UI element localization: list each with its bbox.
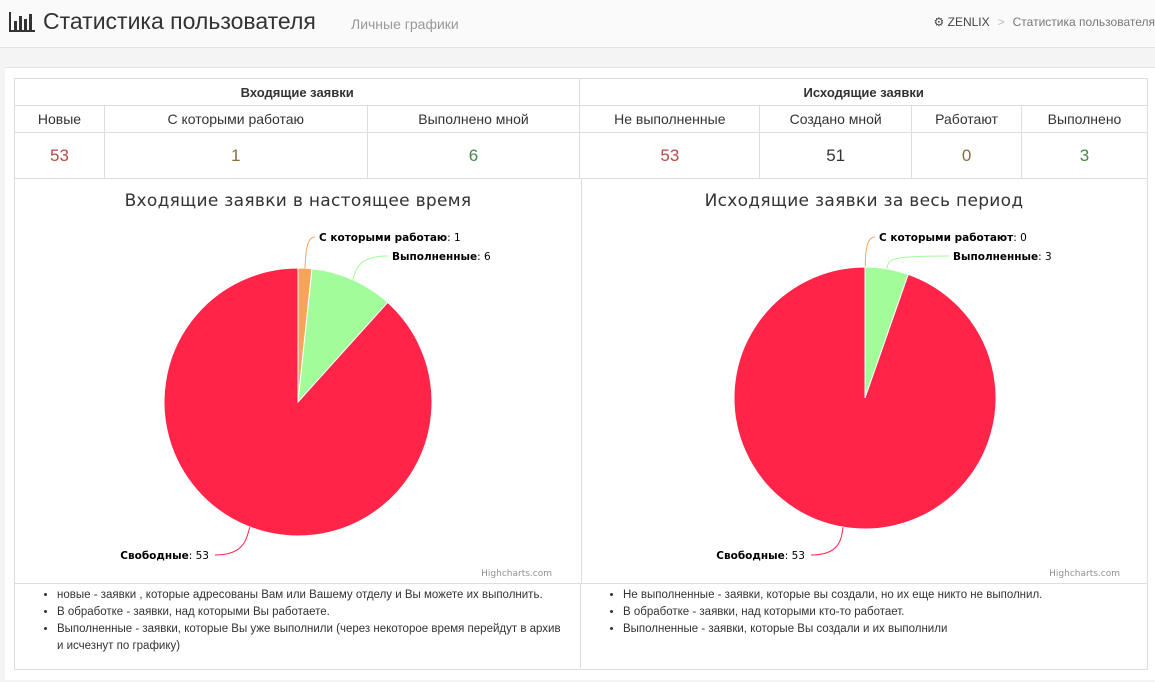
breadcrumb-home-label: ZENLIX (947, 15, 990, 29)
data-label-connector (214, 526, 251, 556)
outgoing-chart-title: Исходящие заявки за весь период (705, 191, 1024, 211)
breadcrumb: ⚙ ZENLIX > Статистика пользователя (934, 15, 1155, 29)
data-label-connector (810, 527, 844, 556)
pie-slice[interactable] (733, 266, 997, 530)
data-label: Свободные: 53 (120, 550, 209, 562)
stat-created-value[interactable]: 51 (759, 132, 913, 179)
page-title: Статистика пользователя (43, 8, 316, 34)
note-item: В обработке - заявки, над которыми кто-т… (623, 604, 1137, 621)
outgoing-pie-svg: Исходящие заявки за весь период Highchar… (705, 191, 1120, 579)
highcharts-credit[interactable]: Highcharts.com (481, 569, 552, 579)
col-label-done: Выполнено (1021, 105, 1148, 133)
incoming-pie-chart: Входящие заявки в настоящее время Highch… (15, 178, 582, 584)
outgoing-header: Исходящие заявки (579, 78, 1148, 106)
col-label-in-work: Работают (911, 105, 1023, 133)
stat-done-by-me-value[interactable]: 6 (366, 132, 581, 179)
gear-icon: ⚙ (933, 15, 945, 29)
note-item: новые - заявки , которые адресованы Вам … (57, 587, 570, 604)
data-label: Выполненные: 3 (953, 251, 1052, 263)
data-label: Выполненные: 6 (392, 251, 491, 263)
breadcrumb-home[interactable]: ⚙ ZENLIX (934, 15, 990, 29)
data-label-connector (864, 236, 876, 268)
col-label-done-by-me: Выполнено мной (366, 105, 581, 133)
data-label: С которыми работаю: 1 (319, 232, 461, 244)
stats-panel: Входящие заявки Исходящие заявки Новые С… (5, 67, 1155, 680)
note-item: В обработке - заявки, над которыми Вы ра… (57, 604, 570, 621)
breadcrumb-current: Статистика пользователя (1012, 15, 1155, 29)
outgoing-pie-chart: Исходящие заявки за весь период Highchar… (581, 178, 1148, 584)
breadcrumb-separator: > (997, 15, 1005, 29)
col-label-created: Создано мной (759, 105, 913, 133)
note-item: Выполненные - заявки, которые Вы уже вып… (57, 621, 570, 655)
data-label-connector (886, 255, 950, 269)
highcharts-credit[interactable]: Highcharts.com (1049, 569, 1120, 579)
incoming-chart-title: Входящие заявки в настоящее время (125, 191, 472, 211)
stat-new-value[interactable]: 53 (14, 132, 105, 179)
col-label-new: Новые (14, 105, 105, 133)
pie-slice[interactable] (163, 267, 433, 537)
legend-notes: новые - заявки , которые адресованы Вам … (14, 584, 1148, 670)
data-label: Свободные: 53 (716, 550, 805, 562)
incoming-pie-svg: Входящие заявки в настоящее время Highch… (120, 191, 552, 579)
stats-table: Входящие заявки Исходящие заявки Новые С… (13, 78, 1148, 179)
stat-done-value[interactable]: 3 (1021, 132, 1148, 179)
col-label-not-done: Не выполненные (579, 105, 761, 133)
data-label: С которыми работают: 0 (879, 232, 1027, 244)
charts-row: Входящие заявки в настоящее время Highch… (14, 178, 1148, 584)
data-label-connector (352, 255, 389, 280)
page-header: Статистика пользователя Личные графики ⚙… (0, 0, 1155, 48)
data-label-connector (304, 236, 316, 269)
bar-chart-icon (9, 12, 35, 32)
stat-working-value[interactable]: 1 (103, 132, 368, 179)
stat-in-work-value[interactable]: 0 (911, 132, 1023, 179)
note-item: Не выполненные - заявки, которые вы созд… (623, 587, 1137, 604)
incoming-header: Входящие заявки (13, 78, 581, 106)
outgoing-notes: Не выполненные - заявки, которые вы созд… (581, 584, 1147, 668)
incoming-notes: новые - заявки , которые адресованы Вам … (15, 584, 581, 668)
stat-not-done-value[interactable]: 53 (579, 132, 761, 179)
col-label-working: С которыми работаю (103, 105, 368, 133)
note-item: Выполненные - заявки, которые Вы создали… (623, 621, 1137, 638)
page-subtitle: Личные графики (351, 16, 459, 32)
